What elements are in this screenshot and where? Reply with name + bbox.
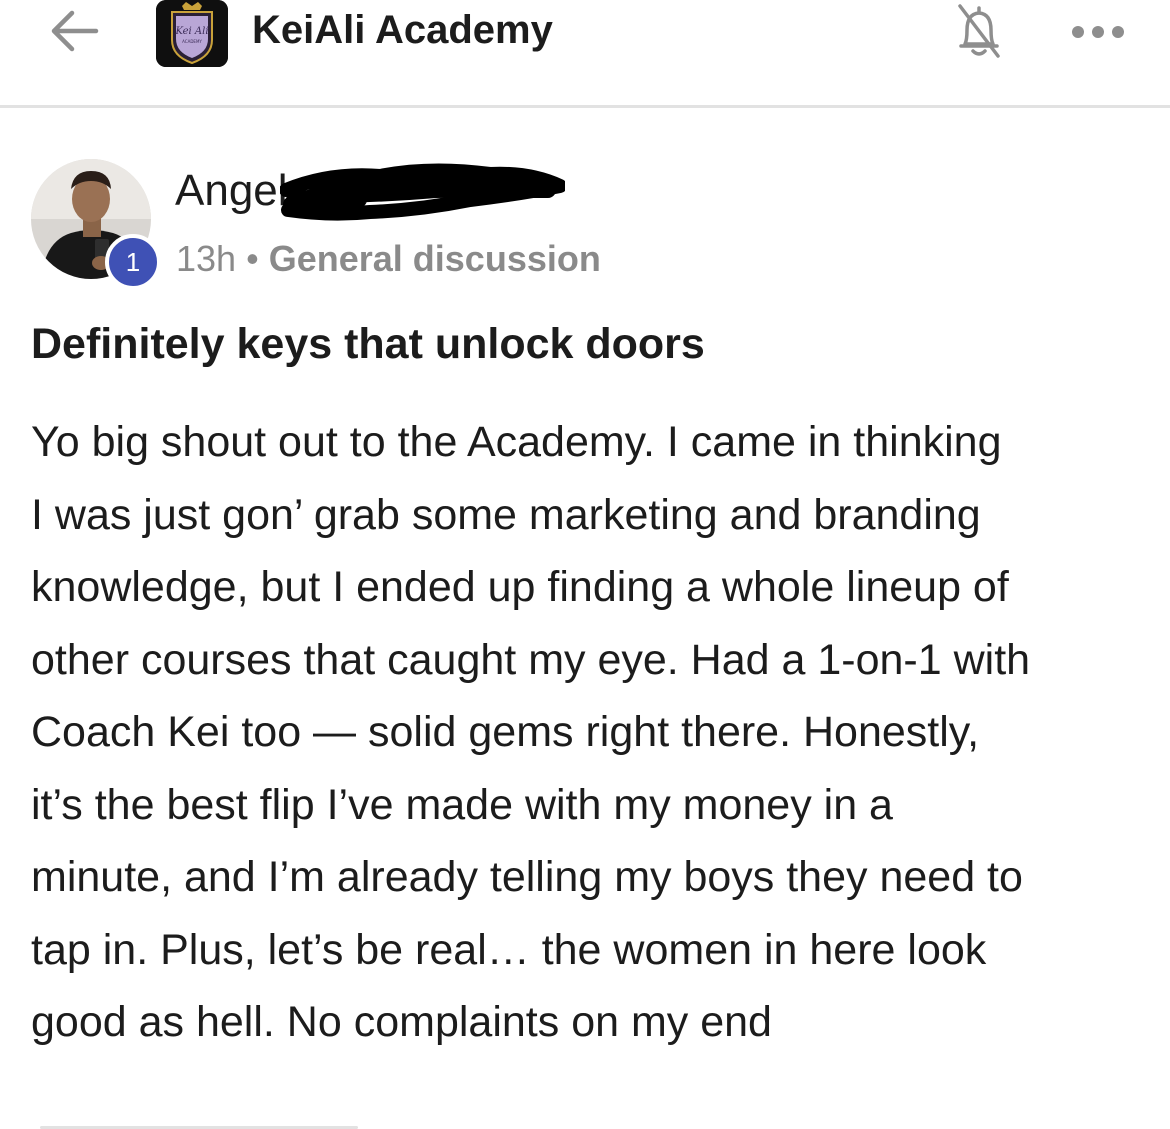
logo-subtext: ACADEMY [182, 39, 202, 44]
post-time: 13h [176, 238, 237, 279]
post-title: Definitely keys that unlock doors [31, 320, 705, 368]
post-body-line: tap in. Plus, let’s be real… the women i… [31, 925, 987, 974]
post-body-line: knowledge, but I ended up finding a whol… [31, 563, 1009, 611]
post-body: Yo big shout out to the Academy. I came … [31, 406, 1151, 1059]
post-body-line: Yo big shout out to the Academy. I came … [31, 418, 1002, 466]
post-body-line: it’s the best flip I’ve made with my mon… [31, 780, 893, 829]
academy-crest-logo: Kei Ali ACADEMY [156, 0, 228, 67]
group-title[interactable]: KeiAli Academy [252, 8, 553, 53]
logo-text: Kei Ali [174, 26, 208, 37]
post-body-line: good as hell. No complaints on my end [31, 998, 772, 1046]
post-body-line: Coach Kei too — solid gems right there. … [31, 708, 980, 756]
author-name[interactable]: Angel [175, 166, 288, 216]
top-app-bar: Kei Ali ACADEMY KeiAli Academy [0, 0, 1170, 108]
post-body-line: other courses that caught my eye. Had a … [31, 635, 1031, 684]
post-body-line: I was just gon’ grab some marketing and … [31, 490, 981, 539]
notification-toggle-button[interactable] [954, 2, 1004, 60]
post-body-line: minute, and I’m already telling my boys … [31, 853, 1023, 901]
back-button[interactable] [48, 8, 100, 54]
bell-off-icon [958, 4, 1000, 58]
level-badge: 1 [105, 234, 161, 290]
meta-separator: • [246, 238, 259, 279]
post-category[interactable]: General discussion [269, 238, 601, 279]
redaction-scribble [280, 163, 565, 221]
more-options-button[interactable] [1070, 20, 1126, 44]
post-meta: 13h • General discussion [176, 238, 601, 280]
arrow-left-icon [51, 10, 99, 52]
more-horizontal-icon [1072, 26, 1124, 38]
group-logo[interactable]: Kei Ali ACADEMY [156, 0, 228, 67]
